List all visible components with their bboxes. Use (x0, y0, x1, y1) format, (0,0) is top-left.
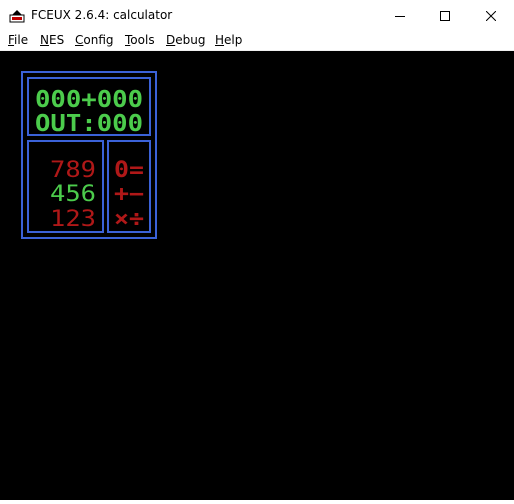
menu-help[interactable]: Help (214, 31, 243, 50)
minimize-icon (395, 15, 405, 17)
menu-debug-rest: ebug (175, 33, 206, 47)
close-button[interactable] (468, 0, 514, 31)
calculator-game: 000+000 OUT:000 789 456 123 0= +− ×÷ (0, 51, 514, 504)
maximize-button[interactable] (422, 0, 468, 31)
menu-tools-rest: ools (130, 33, 155, 47)
keypad-row-456[interactable]: 456 (50, 182, 96, 207)
menu-debug[interactable]: Debug (165, 31, 206, 50)
menu-nes[interactable]: NES (39, 31, 65, 50)
calculator-graphics: 000+000 OUT:000 789 456 123 0= +− ×÷ (21, 71, 157, 239)
menu-help-accel: H (215, 33, 225, 47)
menu-help-rest: elp (224, 33, 243, 47)
title-bar[interactable]: FCEUX 2.6.4: calculator (0, 0, 514, 31)
operator-row-plus-minus[interactable]: +− (114, 182, 144, 207)
minimize-button[interactable] (377, 0, 423, 31)
menu-debug-accel: D (166, 33, 176, 47)
menu-nes-accel: N (40, 33, 49, 47)
close-icon (486, 10, 496, 21)
display-expression: 000+000 (35, 87, 143, 113)
fceux-app-icon (9, 8, 25, 23)
menu-tools[interactable]: Tools (124, 31, 156, 50)
menu-config-rest: onfig (83, 33, 114, 47)
operator-row-multiply-divide[interactable]: ×÷ (114, 207, 144, 232)
keypad-row-123[interactable]: 123 (50, 207, 96, 232)
operator-row-zero-equals[interactable]: 0= (114, 158, 144, 183)
menu-bar: File NES Config Tools Debug Help (0, 31, 514, 51)
window-title: FCEUX 2.6.4: calculator (31, 8, 173, 22)
menu-file[interactable]: File (7, 31, 29, 50)
maximize-icon (440, 10, 450, 21)
menu-config[interactable]: Config (74, 31, 115, 50)
menu-nes-rest: ES (48, 33, 65, 47)
keypad-row-789[interactable]: 789 (50, 158, 96, 183)
display-output: OUT:000 (35, 111, 143, 137)
menu-file-rest: ile (14, 33, 29, 47)
